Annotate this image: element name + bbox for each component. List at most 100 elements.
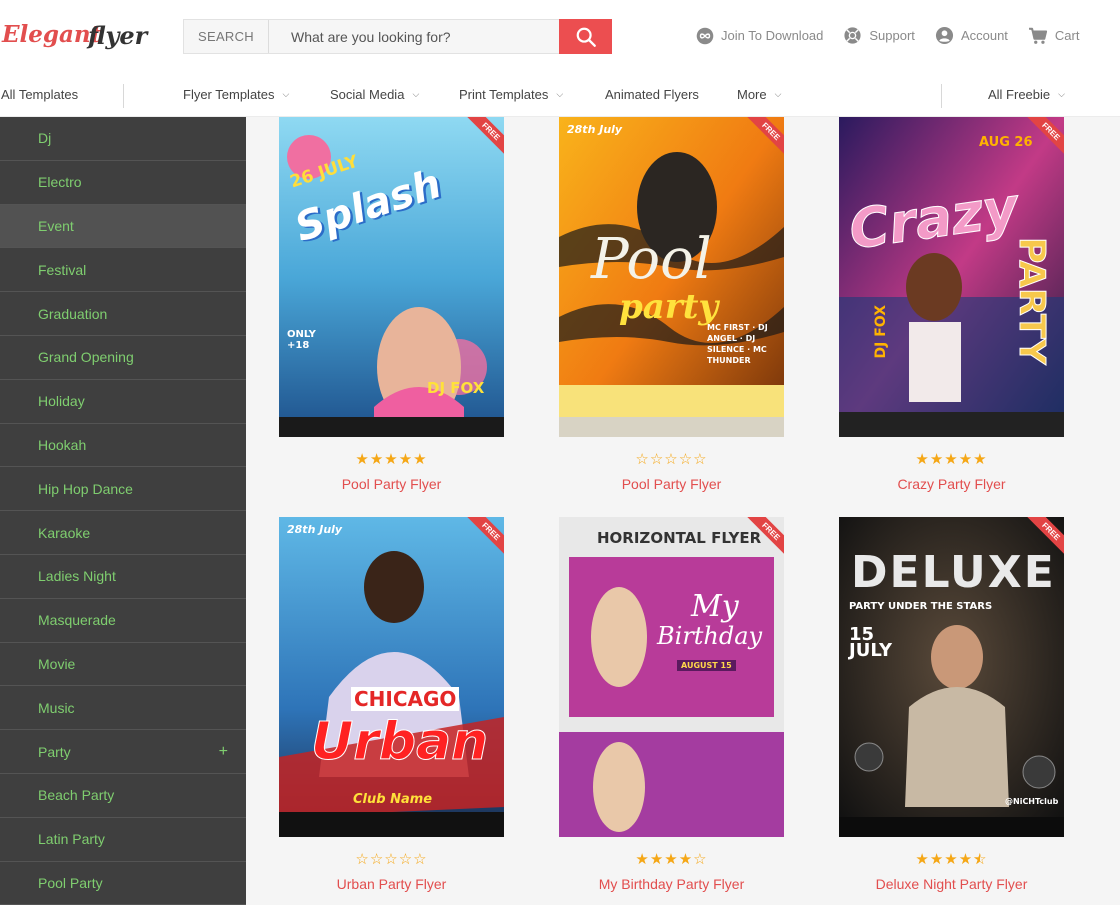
sidebar-item-masquerade[interactable]: Masquerade [0, 599, 246, 643]
chevron-down-icon: ⌵ [282, 89, 290, 99]
join-to-download-link[interactable]: Join To Download [696, 26, 823, 45]
product-thumbnail[interactable]: 26 JULY Splash DJ FOX ONLY +18 FREE [279, 117, 504, 437]
nav-all-freebie[interactable]: All Freebie ⌵ [988, 87, 1065, 102]
sidebar-item-label: Movie [38, 655, 76, 672]
cart-icon [1028, 27, 1048, 44]
poster-line3: PARTY [1011, 237, 1053, 366]
join-to-download-label: Join To Download [721, 28, 824, 43]
chevron-down-icon: ⌵ [412, 89, 420, 99]
sidebar-item-label: Pool Party [38, 874, 103, 891]
sidebar-item-hookah[interactable]: Hookah [0, 424, 246, 468]
nav-animated-flyers[interactable]: Animated Flyers [605, 87, 699, 102]
sidebar-item-festival[interactable]: Festival [0, 248, 246, 293]
main-nav: All Templates Flyer Templates ⌵ Social Me… [0, 72, 1120, 117]
poster-line3: Urban [310, 712, 489, 773]
sidebar-item-label: Festival [38, 261, 87, 278]
poster-image [279, 517, 504, 837]
sidebar-item-grand-opening[interactable]: Grand Opening [0, 336, 246, 380]
sidebar-item-ladies-night[interactable]: Ladies Night [0, 555, 246, 599]
product-card: 26 JULY Splash DJ FOX ONLY +18 FREE ★★★★… [279, 117, 504, 492]
search-button[interactable] [559, 19, 612, 54]
nav-social-media[interactable]: Social Media ⌵ [330, 87, 419, 102]
poster-line2: CHICAGO [351, 687, 460, 711]
rating-stars: ☆☆☆☆☆ [559, 450, 784, 468]
product-thumbnail[interactable]: 28th July CHICAGO Urban Club Name FREE [279, 517, 504, 837]
rating-stars: ★★★★☆★ [839, 850, 1064, 868]
poster-line1: HORIZONTAL FLYER [597, 529, 762, 547]
account-label: Account [960, 28, 1008, 43]
sidebar-item-latin-party[interactable]: Latin Party [0, 818, 246, 862]
nav-flyer-templates[interactable]: Flyer Templates ⌵ [183, 87, 289, 102]
sidebar-item-graduation[interactable]: Graduation [0, 292, 246, 336]
product-title[interactable]: Pool Party Flyer [559, 476, 784, 492]
nav-print-templates-label: Print Templates [459, 87, 549, 102]
sidebar-item-event[interactable]: Event [0, 204, 246, 249]
poster-line3: party [619, 287, 719, 327]
sidebar-item-label: Dj [38, 130, 52, 147]
sidebar-item-label: Latin Party [38, 831, 105, 848]
category-sidebar: Dj Electro Event Festival Graduation Gra… [0, 117, 246, 905]
poster-line4: @NiCHTclub [1005, 797, 1059, 806]
star-empty-icon: ☆ [693, 851, 708, 868]
cart-label: Cart [1054, 28, 1080, 43]
product-thumbnail[interactable]: DELUXE PARTY UNDER THE STARS 15 JULY @Ni… [839, 517, 1064, 837]
sidebar-item-party[interactable]: Party + [0, 730, 246, 774]
product-thumbnail[interactable]: HORIZONTAL FLYER My Birthday AUGUST 15 F… [559, 517, 784, 837]
product-card: DELUXE PARTY UNDER THE STARS 15 JULY @Ni… [839, 517, 1064, 892]
nav-all-freebie-label: All Freebie [988, 87, 1051, 102]
product-card: AUG 26 Crazy PARTY DJ FOX FREE ★★★★★ Cra… [839, 117, 1064, 492]
chevron-down-icon: ⌵ [556, 89, 564, 99]
search-bar: SEARCH [183, 19, 612, 54]
sidebar-item-holiday[interactable]: Holiday [0, 380, 246, 424]
product-title[interactable]: Urban Party Flyer [279, 876, 504, 892]
poster-image [559, 517, 784, 837]
product-card: HORIZONTAL FLYER My Birthday AUGUST 15 F… [559, 517, 784, 892]
nav-print-templates[interactable]: Print Templates ⌵ [459, 87, 563, 102]
support-label: Support [869, 28, 915, 43]
lifebuoy-icon [844, 27, 861, 44]
star-full-icon: ★★★★★ [915, 451, 988, 468]
sidebar-item-dj[interactable]: Dj [0, 117, 246, 161]
product-title[interactable]: My Birthday Party Flyer [559, 876, 784, 892]
sidebar-item-beach-party[interactable]: Beach Party [0, 774, 246, 818]
product-title[interactable]: Pool Party Flyer [279, 476, 504, 492]
nav-more-label: More [737, 87, 767, 102]
search-label: SEARCH [184, 20, 269, 53]
rating-stars: ☆☆☆☆☆ [279, 850, 504, 868]
nav-all-templates[interactable]: All Templates [1, 87, 78, 102]
product-title[interactable]: Deluxe Night Party Flyer [839, 876, 1064, 892]
star-full-icon: ★★★★ [635, 851, 694, 868]
product-card: 28th July CHICAGO Urban Club Name FREE ☆… [279, 517, 504, 892]
support-link[interactable]: Support [843, 26, 915, 45]
infinity-icon [696, 27, 714, 44]
product-thumbnail[interactable]: 28th July Pool party MC FIRST · DJ ANGEL… [559, 117, 784, 437]
sidebar-item-hip-hop-dance[interactable]: Hip Hop Dance [0, 467, 246, 512]
site-logo[interactable]: Elegant flyer [0, 14, 160, 58]
sidebar-item-electro[interactable]: Electro [0, 161, 246, 205]
nav-divider [941, 84, 942, 108]
poster-line3: 15 JULY [849, 624, 893, 661]
sidebar-item-music[interactable]: Music [0, 686, 246, 731]
search-input[interactable] [269, 20, 559, 53]
poster-line2: Pool [591, 227, 712, 292]
product-title[interactable]: Crazy Party Flyer [839, 476, 1064, 492]
product-thumbnail[interactable]: AUG 26 Crazy PARTY DJ FOX FREE [839, 117, 1064, 437]
poster-line4: DJ FOX [873, 305, 889, 359]
nav-more[interactable]: More ⌵ [737, 87, 781, 102]
product-card: 28th July Pool party MC FIRST · DJ ANGEL… [559, 117, 784, 492]
star-empty-icon: ☆☆☆☆☆ [355, 851, 428, 868]
sidebar-item-movie[interactable]: Movie [0, 643, 246, 687]
cart-link[interactable]: Cart [1028, 26, 1080, 45]
sidebar-item-pool-party[interactable]: Pool Party [0, 862, 246, 905]
star-empty-icon: ☆☆☆☆☆ [635, 451, 708, 468]
sidebar-item-label: Electro [38, 174, 82, 191]
account-link[interactable]: Account [935, 26, 1008, 45]
user-icon [935, 26, 953, 45]
sidebar-item-karaoke[interactable]: Karaoke [0, 511, 246, 555]
poster-line1: 28th July [287, 523, 343, 536]
poster-line3: Birthday [657, 622, 763, 650]
sidebar-item-label: Hookah [38, 436, 87, 453]
logo-text-flyer: flyer [86, 21, 150, 50]
sidebar-item-label: Graduation [38, 305, 108, 322]
expand-plus-icon[interactable]: + [219, 743, 228, 761]
